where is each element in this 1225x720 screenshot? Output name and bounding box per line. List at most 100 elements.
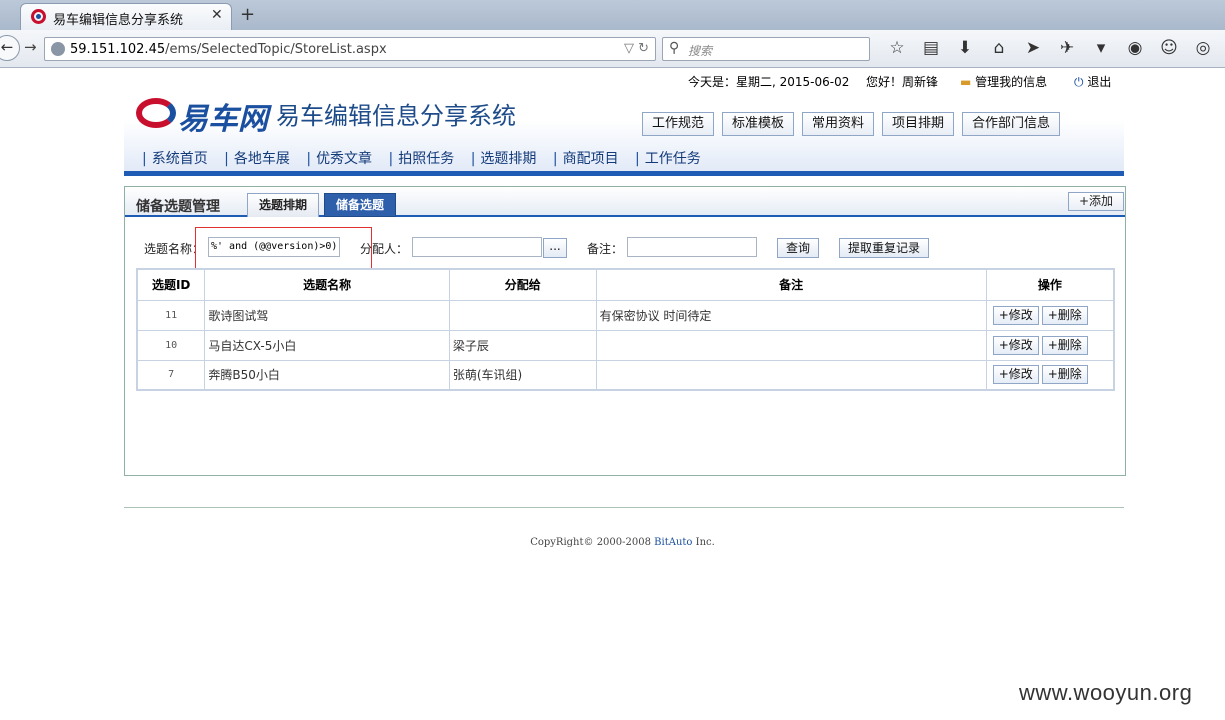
assignee-input[interactable] (412, 237, 542, 257)
col-header-name: 选题名称 (204, 268, 450, 301)
current-date: 今天是：星期二, 2015-06-02 (688, 75, 850, 89)
toolbar-icons: ☆ ▤ ⬇ ⌂ ➤ ✈ ▾ ◉ ☺ ◎ (880, 38, 1220, 58)
nav-label: 选题排期 (480, 151, 537, 167)
browser-tab[interactable]: 易车编辑信息分享系统 ✕ (20, 3, 232, 30)
delete-button[interactable]: +删除 (1041, 365, 1088, 385)
browse-assignee-button[interactable]: ... (543, 238, 567, 258)
edit-button[interactable]: +修改 (992, 305, 1039, 325)
nav-item-home[interactable]: | 系统首页 (142, 151, 214, 167)
account-icon[interactable]: ◎ (1186, 38, 1220, 58)
search-bar[interactable]: ⚲ 搜索 (662, 37, 870, 61)
globe-icon (51, 42, 65, 56)
manage-info-link[interactable]: ▬ 管理我的信息 (960, 73, 1047, 90)
new-tab-button[interactable]: + (240, 4, 255, 25)
nav-item-business[interactable]: | 商配项目 (553, 151, 625, 167)
search-icon: ⚲ (669, 40, 680, 56)
history-dropdown-icon[interactable]: ▽ (624, 41, 634, 56)
footer-copyright: CopyRight© 2000-2008 BitAuto Inc. (0, 537, 1225, 548)
cell-id: 10 (136, 329, 206, 361)
smiley-icon[interactable]: ☺ (1152, 38, 1186, 58)
bitauto-favicon-icon (31, 9, 46, 24)
assignee-label: 分配人： (360, 242, 409, 256)
col-header-id: 选题ID (136, 268, 206, 301)
cell-note: 有保密协议 时间待定 (595, 299, 987, 331)
search-placeholder: 搜索 (688, 44, 713, 58)
bitauto-link[interactable]: BitAuto (654, 537, 692, 548)
header-button-partners[interactable]: 合作部门信息 (962, 112, 1061, 136)
close-tab-icon[interactable]: ✕ (211, 7, 223, 23)
browser-tab-strip: 易车编辑信息分享系统 ✕ + (0, 0, 1225, 30)
cell-actions: +修改 +删除 (985, 329, 1115, 361)
panel-title: 储备选题管理 (136, 199, 220, 215)
delete-button[interactable]: +删除 (1041, 305, 1088, 325)
logo-text: 易车网 (178, 102, 268, 137)
greeting: 您好！周新锋 (866, 75, 939, 89)
main-nav: | 系统首页 | 各地车展 | 优秀文章 | 拍照任务 | 选题排期 | 商配项目 | 工作任… (142, 148, 713, 168)
home-icon[interactable]: ⌂ (982, 38, 1016, 58)
download-icon[interactable]: ⬇ (948, 38, 982, 58)
search-button[interactable]: 查询 (777, 238, 820, 258)
back-icon[interactable]: ← (0, 35, 20, 61)
cell-id: 7 (136, 359, 206, 391)
reading-list-icon[interactable]: ▤ (914, 38, 948, 58)
send-icon[interactable]: ➤ (1016, 38, 1050, 58)
nav-label: 各地车展 (233, 151, 290, 167)
browser-nav-bar: ← → 59.151.102.45/ems/SelectedTopic/Stor… (0, 30, 1225, 68)
edit-button[interactable]: +修改 (992, 365, 1039, 385)
header-button-work-spec[interactable]: 工作规范 (642, 112, 715, 136)
cell-name: 马自达CX-5小白 (204, 329, 450, 361)
table-row: 10 马自达CX-5小白 梁子辰 +修改 +删除 (136, 329, 1115, 361)
forward-icon[interactable]: → (24, 38, 37, 56)
cell-note (595, 359, 987, 391)
tab-reserve-topics[interactable]: 储备选题 (324, 193, 396, 217)
power-icon: ⏻ (1074, 75, 1084, 89)
header-button-template[interactable]: 标准模板 (722, 112, 795, 136)
delete-button[interactable]: +删除 (1041, 335, 1088, 355)
star-icon[interactable]: ☆ (880, 38, 914, 58)
nav-label: 拍照任务 (398, 151, 455, 167)
nav-item-autoshow[interactable]: | 各地车展 (224, 151, 296, 167)
header-button-resources[interactable]: 常用资料 (802, 112, 875, 136)
copyright-suffix: Inc. (692, 537, 715, 548)
satellite-icon[interactable]: ✈ (1050, 38, 1084, 58)
nav-label: 商配项目 (562, 151, 619, 167)
topic-table: 选题ID 选题名称 分配给 备注 操作 11 歌诗图试驾 有保密协议 时间待定 … (136, 268, 1115, 391)
table-row: 7 奔腾B50小白 张萌(车讯组) +修改 +删除 (136, 359, 1115, 391)
cell-id: 11 (136, 299, 206, 331)
folder-icon: ▬ (960, 75, 972, 89)
address-bar[interactable]: 59.151.102.45/ems/SelectedTopic/StoreLis… (44, 37, 656, 61)
cell-actions: +修改 +删除 (985, 299, 1115, 331)
logout-link[interactable]: ⏻ 退出 (1074, 73, 1111, 90)
site-title: 易车编辑信息分享系统 (276, 102, 516, 130)
table-header-row: 选题ID 选题名称 分配给 备注 操作 (136, 268, 1115, 301)
sync-icon[interactable]: ◉ (1118, 38, 1152, 58)
note-input[interactable] (627, 237, 757, 257)
cell-name: 奔腾B50小白 (204, 359, 450, 391)
nav-item-work-tasks[interactable]: | 工作任务 (635, 151, 707, 167)
nav-item-articles[interactable]: | 优秀文章 (306, 151, 378, 167)
nav-item-photo-tasks[interactable]: | 拍照任务 (389, 151, 461, 167)
nav-label: 优秀文章 (316, 151, 373, 167)
header-divider (124, 171, 1124, 176)
cell-note (595, 329, 987, 361)
cell-assignee: 梁子辰 (448, 329, 597, 361)
col-header-actions: 操作 (985, 268, 1115, 301)
header-button-schedule[interactable]: 项目排期 (882, 112, 955, 136)
note-label: 备注： (587, 242, 624, 256)
url-text[interactable]: 59.151.102.45/ems/SelectedTopic/StoreLis… (70, 42, 387, 57)
add-button[interactable]: +添加 (1068, 192, 1124, 211)
watermark: www.wooyun.org (1019, 680, 1193, 705)
edit-button[interactable]: +修改 (992, 335, 1039, 355)
panel-header: 储备选题管理 选题排期 储备选题 +添加 (125, 187, 1125, 217)
cell-assignee (448, 299, 597, 331)
url-path: /ems/SelectedTopic/StoreList.aspx (165, 42, 387, 57)
tab-title: 易车编辑信息分享系统 (53, 13, 184, 28)
logo-ring-icon (136, 98, 176, 128)
nav-item-topic-schedule[interactable]: | 选题排期 (471, 151, 543, 167)
reload-icon[interactable]: ↻ (638, 41, 649, 56)
footer-divider (124, 507, 1124, 508)
extract-duplicates-button[interactable]: 提取重复记录 (839, 238, 930, 258)
tab-topic-schedule[interactable]: 选题排期 (247, 193, 319, 217)
col-header-assignee: 分配给 (448, 268, 597, 301)
menu-dropdown-icon[interactable]: ▾ (1084, 38, 1118, 58)
